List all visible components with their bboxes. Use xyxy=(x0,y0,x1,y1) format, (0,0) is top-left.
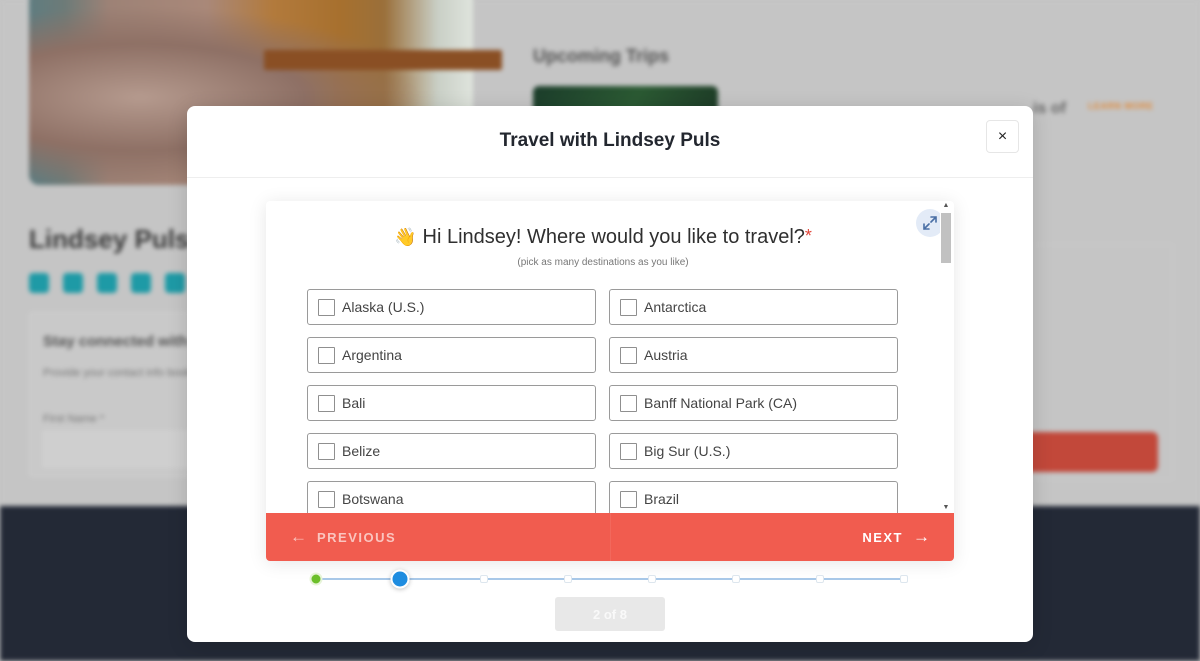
option-label: Bali xyxy=(342,395,366,411)
scroll-down-arrow-icon[interactable]: ▼ xyxy=(941,503,951,513)
youtube-icon[interactable] xyxy=(165,273,185,293)
form-navigation: ← PREVIOUS NEXT → xyxy=(266,513,954,561)
next-button[interactable]: NEXT → xyxy=(611,513,955,561)
step-4[interactable] xyxy=(564,575,572,583)
step-2[interactable] xyxy=(390,569,410,589)
option-label: Brazil xyxy=(644,491,680,507)
step-1[interactable] xyxy=(309,572,323,586)
survey-form: 👋 Hi Lindsey! Where would you like to tra… xyxy=(266,201,954,561)
checkbox[interactable] xyxy=(318,490,335,508)
option-bali[interactable]: Bali xyxy=(307,385,596,421)
page-counter: 2 of 8 xyxy=(555,597,665,631)
waving-hand-icon: 👋 xyxy=(394,227,417,247)
first-name-label: First Name * xyxy=(43,413,105,425)
instagram-icon[interactable] xyxy=(97,273,117,293)
option-antarctica[interactable]: Antarctica xyxy=(609,289,898,325)
expand-icon xyxy=(923,216,937,230)
checkbox[interactable] xyxy=(620,394,637,412)
contact-form: Stay connected with Provide your contact… xyxy=(29,312,213,477)
modal-header: Travel with Lindsey Puls × xyxy=(187,106,1033,178)
option-brazil[interactable]: Brazil xyxy=(609,481,898,513)
option-label: Botswana xyxy=(342,491,404,507)
step-5[interactable] xyxy=(648,575,656,583)
option-label: Antarctica xyxy=(644,299,707,315)
profile-name: Lindsey Puls xyxy=(29,224,190,254)
option-label: Banff National Park (CA) xyxy=(644,395,798,411)
option-argentina[interactable]: Argentina xyxy=(307,337,596,373)
option-belize[interactable]: Belize xyxy=(307,433,596,469)
option-label: Big Sur (U.S.) xyxy=(644,443,731,459)
contact-form-text: Provide your contact info book xyxy=(43,367,191,379)
contact-form-title: Stay connected with xyxy=(43,333,189,350)
expand-button[interactable] xyxy=(916,209,940,237)
option-botswana[interactable]: Botswana xyxy=(307,481,596,513)
checkbox[interactable] xyxy=(318,394,335,412)
option-label: Alaska (U.S.) xyxy=(342,299,425,315)
trip-title[interactable]: is of xyxy=(1033,100,1066,118)
option-label: Austria xyxy=(644,347,688,363)
option-label: Belize xyxy=(342,443,381,459)
upcoming-trips-heading: Upcoming Trips xyxy=(533,46,670,66)
close-icon: × xyxy=(997,127,1008,145)
travel-modal: Travel with Lindsey Puls × 👋 Hi Lindsey! … xyxy=(187,106,1033,642)
progress-stepper xyxy=(309,569,908,589)
option-big-sur[interactable]: Big Sur (U.S.) xyxy=(609,433,898,469)
form-scroll-area[interactable]: 👋 Hi Lindsey! Where would you like to tra… xyxy=(266,201,940,513)
checkbox[interactable] xyxy=(318,442,335,460)
previous-label: PREVIOUS xyxy=(317,529,397,545)
checkbox[interactable] xyxy=(318,298,335,316)
destination-options: Alaska (U.S.) Antarctica Argentina Austr… xyxy=(307,289,898,513)
close-button[interactable]: × xyxy=(986,120,1019,153)
question-hint: (pick as many destinations as you like) xyxy=(517,257,689,268)
step-7[interactable] xyxy=(816,575,824,583)
modal-title: Travel with Lindsey Puls xyxy=(499,130,721,151)
tiktok-icon[interactable] xyxy=(131,273,151,293)
form-scrollbar[interactable]: ▲ ▼ xyxy=(940,201,952,513)
scroll-thumb[interactable] xyxy=(941,213,951,263)
checkbox[interactable] xyxy=(620,346,637,364)
question-text: Hi Lindsey! Where would you like to trav… xyxy=(422,226,805,248)
option-banff[interactable]: Banff National Park (CA) xyxy=(609,385,898,421)
option-label: Argentina xyxy=(342,347,402,363)
social-links xyxy=(29,273,185,293)
checkbox[interactable] xyxy=(620,490,637,508)
step-3[interactable] xyxy=(480,575,488,583)
step-8[interactable] xyxy=(900,575,908,583)
next-label: NEXT xyxy=(862,529,903,545)
trip-badge[interactable]: LEARN MORE xyxy=(1088,101,1154,111)
twitter-icon[interactable] xyxy=(63,273,83,293)
scroll-up-arrow-icon[interactable]: ▲ xyxy=(941,201,951,211)
checkbox[interactable] xyxy=(620,442,637,460)
arrow-right-icon: → xyxy=(913,527,930,546)
facebook-icon[interactable] xyxy=(29,273,49,293)
question-title: 👋 Hi Lindsey! Where would you like to tra… xyxy=(266,226,940,249)
previous-button[interactable]: ← PREVIOUS xyxy=(266,513,611,561)
step-6[interactable] xyxy=(732,575,740,583)
checkbox[interactable] xyxy=(620,298,637,316)
photo-detail xyxy=(264,50,502,70)
required-asterisk: * xyxy=(804,226,812,246)
option-austria[interactable]: Austria xyxy=(609,337,898,373)
arrow-left-icon: ← xyxy=(290,527,307,546)
checkbox[interactable] xyxy=(318,346,335,364)
option-alaska[interactable]: Alaska (U.S.) xyxy=(307,289,596,325)
